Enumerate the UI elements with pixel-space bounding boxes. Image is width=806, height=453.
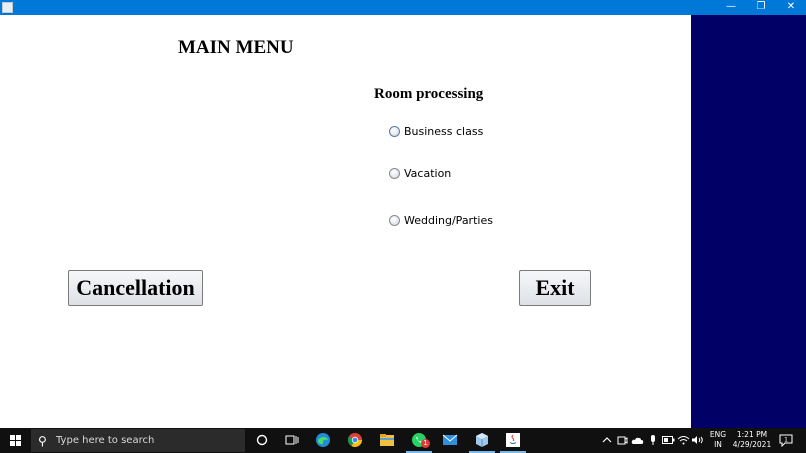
whatsapp-badge: 1 xyxy=(421,439,430,448)
radio-wedding-parties[interactable]: Wedding/Parties xyxy=(389,212,493,228)
radio-label: Business class xyxy=(404,124,484,138)
section-heading: Room processing xyxy=(374,86,484,102)
radio-label: Vacation xyxy=(404,166,452,180)
volume-icon[interactable] xyxy=(691,431,704,449)
close-button[interactable]: ✕ xyxy=(776,0,806,15)
cortana-icon[interactable] xyxy=(253,431,271,449)
clock[interactable]: 1:21 PM 4/29/2021 xyxy=(730,430,774,450)
battery-icon[interactable] xyxy=(662,431,675,449)
radio-circle-icon[interactable] xyxy=(389,125,400,137)
exit-button[interactable]: Exit xyxy=(519,270,591,306)
minimize-button[interactable]: — xyxy=(716,0,746,15)
window-titlebar: — ❐ ✕ xyxy=(0,0,806,15)
radio-business-class[interactable]: Business class xyxy=(389,123,483,139)
java-icon[interactable] xyxy=(504,431,522,449)
edge-icon[interactable] xyxy=(314,431,332,449)
main-menu-panel: MAIN MENU Room processing Business class… xyxy=(0,15,691,428)
page-title: MAIN MENU xyxy=(178,37,294,58)
clock-date: 4/29/2021 xyxy=(732,440,772,449)
radio-vacation[interactable]: Vacation xyxy=(389,165,451,181)
task-view-icon[interactable] xyxy=(283,431,301,449)
region-code: IN xyxy=(714,440,722,449)
microphone-icon[interactable] xyxy=(647,431,659,449)
notification-center-icon[interactable]: 1 xyxy=(778,432,794,448)
language-code: ENG xyxy=(709,430,727,439)
radio-label: Wedding/Parties xyxy=(404,213,493,227)
onedrive-icon[interactable] xyxy=(631,431,644,449)
wifi-icon[interactable] xyxy=(677,431,690,449)
taskbar: ⚲ Type here to search ENG IN 1:21 PM 4/2… xyxy=(0,428,806,453)
clock-time: 1:21 PM xyxy=(736,430,768,439)
start-button[interactable] xyxy=(0,428,30,453)
cancellation-button[interactable]: Cancellation xyxy=(68,270,203,306)
side-panel xyxy=(691,15,806,428)
app-cube-icon[interactable] xyxy=(473,431,491,449)
taskbar-search[interactable]: ⚲ Type here to search xyxy=(31,429,245,452)
chevron-up-icon[interactable] xyxy=(601,431,613,449)
chrome-icon[interactable] xyxy=(346,431,364,449)
radio-circle-icon[interactable] xyxy=(389,167,400,179)
language-indicator[interactable]: ENG IN xyxy=(705,430,731,450)
meet-now-icon[interactable] xyxy=(616,431,628,449)
search-placeholder: Type here to search xyxy=(56,435,155,446)
maximize-button[interactable]: ❐ xyxy=(746,0,776,15)
search-icon: ⚲ xyxy=(38,433,47,448)
app-icon xyxy=(2,2,13,13)
mail-icon[interactable] xyxy=(441,431,459,449)
file-explorer-icon[interactable] xyxy=(378,431,396,449)
notification-count: 1 xyxy=(784,436,788,443)
radio-circle-icon[interactable] xyxy=(389,214,400,226)
windows-logo-icon xyxy=(9,435,21,446)
